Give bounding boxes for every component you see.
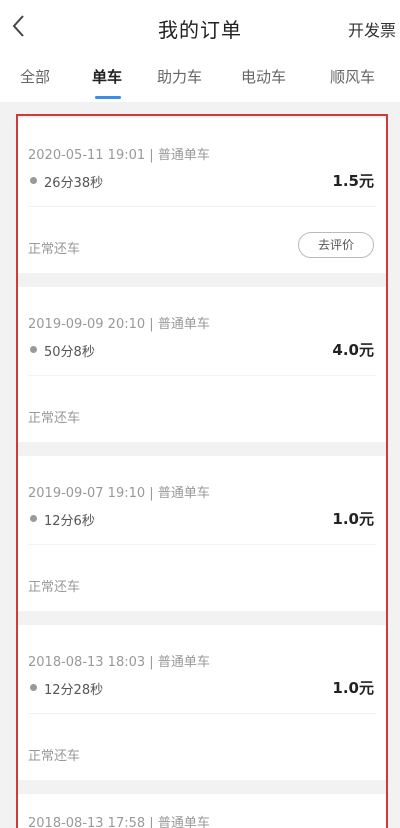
review-button[interactable]: 去评价	[298, 232, 374, 258]
order-type: 普通单车	[157, 816, 210, 828]
order-card[interactable]: 2018-08-13 17:58 | 普通单车	[18, 794, 386, 828]
divider	[28, 713, 376, 714]
active-tab-indicator	[95, 96, 121, 99]
order-datetime: 2019-09-09 20:10	[28, 317, 146, 332]
order-meta: 2019-09-07 19:10 | 普通单车	[28, 486, 210, 501]
invoice-button[interactable]: 开发票	[348, 17, 396, 41]
order-datetime: 2019-09-07 19:10	[28, 486, 146, 501]
ride-duration: 12分28秒	[44, 683, 104, 698]
bullet-icon	[30, 515, 37, 522]
tab-all[interactable]: 全部	[20, 66, 50, 87]
order-meta: 2018-08-13 17:58 | 普通单车	[28, 812, 210, 828]
tab-assist-bike[interactable]: 助力车	[157, 66, 202, 87]
order-card[interactable]: 2019-09-07 19:10 | 普通单车 12分6秒 1.0元 正常还车	[18, 456, 386, 611]
divider	[28, 544, 376, 545]
order-status: 正常还车	[28, 580, 81, 595]
order-price: 1.0元	[332, 679, 374, 697]
tab-ebike[interactable]: 电动车	[241, 66, 286, 87]
order-status: 正常还车	[28, 749, 81, 764]
page-title: 我的订单	[158, 18, 242, 42]
tab-carpool[interactable]: 顺风车	[330, 66, 375, 87]
order-card[interactable]: 2019-09-09 20:10 | 普通单车 50分8秒 4.0元 正常还车	[18, 287, 386, 442]
ride-duration: 26分38秒	[44, 176, 104, 191]
order-card[interactable]: 2018-08-13 18:03 | 普通单车 12分28秒 1.0元 正常还车	[18, 625, 386, 780]
divider	[28, 206, 376, 207]
order-type: 普通单车	[157, 148, 210, 163]
bullet-icon	[30, 346, 37, 353]
order-meta: 2019-09-09 20:10 | 普通单车	[28, 317, 210, 332]
order-type: 普通单车	[157, 655, 210, 670]
order-card[interactable]: 2020-05-11 19:01 | 普通单车 26分38秒 1.5元 正常还车…	[18, 118, 386, 273]
order-status: 正常还车	[28, 242, 81, 257]
order-price: 1.0元	[332, 510, 374, 528]
order-datetime: 2018-08-13 18:03	[28, 655, 146, 670]
bullet-icon	[30, 684, 37, 691]
order-type: 普通单车	[157, 486, 210, 501]
tab-bike[interactable]: 单车	[92, 66, 122, 87]
order-price: 1.5元	[332, 172, 374, 190]
order-meta: 2020-05-11 19:01 | 普通单车	[28, 148, 210, 163]
bullet-icon	[30, 177, 37, 184]
order-meta: 2018-08-13 18:03 | 普通单车	[28, 655, 210, 670]
order-datetime: 2018-08-13 17:58	[28, 816, 146, 828]
divider	[28, 375, 376, 376]
order-status: 正常还车	[28, 411, 81, 426]
nav-bar: 我的订单 开发票	[0, 0, 400, 52]
order-type-tabs: 全部 单车 助力车 电动车 顺风车	[0, 52, 400, 102]
ride-duration: 50分8秒	[44, 345, 95, 360]
orders-screen: 我的订单 开发票 全部 单车 助力车 电动车 顺风车 2020-05-11 19…	[0, 0, 400, 828]
order-price: 4.0元	[332, 341, 374, 359]
ride-duration: 12分6秒	[44, 514, 95, 529]
order-datetime: 2020-05-11 19:01	[28, 148, 146, 163]
order-type: 普通单车	[157, 317, 210, 332]
